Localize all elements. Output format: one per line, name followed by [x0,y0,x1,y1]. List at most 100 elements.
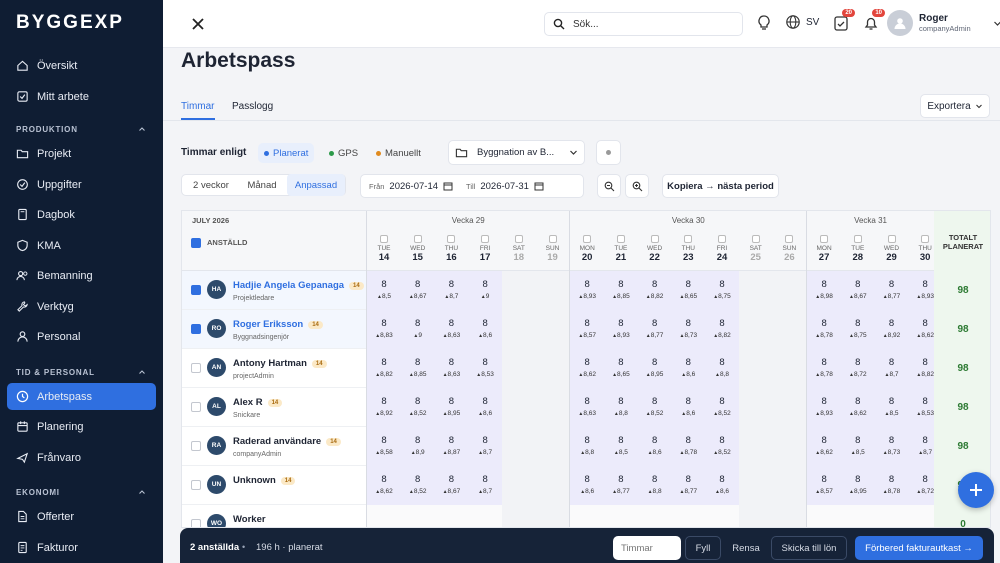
day-cell[interactable]: 8 ▲8,52 [400,466,435,505]
day-cell[interactable]: 8 ▲8,78 [671,427,706,466]
source-manuellt[interactable]: Manuellt [370,143,427,163]
range-anpassad[interactable]: Anpassad [287,174,345,196]
table-row[interactable]: RO Roger Eriksson 14 Byggnadsingenjör 8 ▲8,83… [182,310,990,349]
day-cell[interactable]: 8 ▲8,93 [807,388,842,427]
day-cell[interactable]: 8 ▲8,78 [807,349,842,388]
range-manad[interactable]: Månad [242,174,282,196]
day-cell[interactable] [840,505,875,527]
day-cell[interactable]: 8 ▲8,82 [705,310,739,349]
day-cell[interactable]: 8 ▲8,7 [468,427,503,466]
day-cell[interactable] [738,427,773,466]
day-cell[interactable]: 8 ▲8,6 [637,427,672,466]
day-cell[interactable]: 8 ▲8,57 [807,466,842,505]
prepare-invoice-button[interactable]: Förbered fakturautkast → [855,536,983,560]
row-checkbox[interactable] [191,324,201,334]
day-cell[interactable]: 8 ▲8,85 [400,349,435,388]
close-icon[interactable] [187,13,209,35]
sidebar-item-dagbok[interactable]: Dagbok [7,201,156,228]
day-cell[interactable]: 8 ▲8,67 [400,271,435,310]
tab-passlogg[interactable]: Passlogg [232,101,273,112]
day-cell[interactable] [738,466,773,505]
row-checkbox[interactable] [191,480,201,490]
day-cell[interactable] [570,505,605,527]
sidebar-item-verktyg[interactable]: Verktyg [7,293,156,320]
day-checkbox[interactable] [684,235,693,243]
from-date-input[interactable]: 2026-07-14 [389,181,438,192]
day-cell[interactable]: 8 ▲8,95 [840,466,875,505]
lightbulb-icon[interactable] [755,14,773,32]
day-checkbox[interactable] [447,235,456,243]
day-checkbox[interactable] [548,235,557,243]
day-cell[interactable]: 8 ▲8,6 [705,466,739,505]
day-cell[interactable] [501,505,536,527]
copy-next-period-button[interactable]: Kopiera → nästa period [662,174,779,198]
day-cell[interactable] [535,271,570,310]
day-cell[interactable]: 8 ▲8,95 [637,349,672,388]
day-cell[interactable]: 8 ▲8,5 [603,427,638,466]
day-cell[interactable] [501,427,536,466]
search-input[interactable]: Sök... [544,12,743,36]
day-cell[interactable]: 8 ▲8,7 [434,271,469,310]
row-checkbox[interactable] [191,441,201,451]
select-all-checkbox[interactable] [191,238,201,248]
day-cell[interactable] [367,505,401,527]
day-checkbox[interactable] [853,235,862,243]
day-cell[interactable] [535,505,570,527]
day-cell[interactable]: 8 ▲8,77 [671,466,706,505]
day-cell[interactable]: 8 ▲8,92 [367,388,401,427]
day-cell[interactable] [535,466,570,505]
day-cell[interactable]: 8 ▲8,6 [570,466,605,505]
tasks-button[interactable]: 20 [832,9,855,32]
day-checkbox[interactable] [413,235,422,243]
day-cell[interactable] [738,388,773,427]
day-cell[interactable]: 8 ▲8,6 [468,310,503,349]
day-cell[interactable]: 8 ▲8,72 [840,349,875,388]
notifications-button[interactable]: 10 [862,9,885,32]
day-cell[interactable] [705,505,739,527]
sidebar-item-offerter[interactable]: Offerter [7,503,156,530]
day-cell[interactable]: 8 ▲8,63 [570,388,605,427]
fill-button[interactable]: Fyll [685,536,721,560]
table-row[interactable]: AN Antony Hartman 14 projectAdmin 8 ▲8,82 8 ▲8,… [182,349,990,388]
day-checkbox[interactable] [751,235,760,243]
day-checkbox[interactable] [616,235,625,243]
day-cell[interactable]: 8 ▲8,78 [874,466,909,505]
table-row[interactable]: RA Raderad användare 14 companyAdmin 8 ▲8,58 8… [182,427,990,466]
day-cell[interactable]: 8 ▲9 [468,271,503,310]
to-date-input[interactable]: 2026-07-31 [480,181,529,192]
day-cell[interactable]: 8 ▲8,62 [570,349,605,388]
hours-input[interactable] [613,536,681,560]
day-cell[interactable]: 8 ▲8,52 [705,388,739,427]
day-cell[interactable] [772,505,807,527]
row-checkbox[interactable] [191,285,201,295]
day-checkbox[interactable] [481,235,490,243]
sidebar-item-uppgifter[interactable]: Uppgifter [7,171,156,198]
day-cell[interactable]: 8 ▲8,93 [603,310,638,349]
day-cell[interactable] [501,271,536,310]
day-cell[interactable]: 8 ▲8,92 [874,310,909,349]
sidebar-section-header[interactable]: PRODUKTION [16,125,146,134]
day-cell[interactable]: 8 ▲8,62 [840,388,875,427]
day-cell[interactable] [400,505,435,527]
day-cell[interactable] [501,388,536,427]
table-row[interactable]: WOWorkerworker0 [182,505,990,527]
day-checkbox[interactable] [380,235,388,243]
day-cell[interactable]: 8 ▲8,62 [807,427,842,466]
day-cell[interactable]: 8 ▲8,5 [874,388,909,427]
day-cell[interactable]: 8 ▲8,98 [807,271,842,310]
day-cell[interactable]: 8 ▲8,53 [468,349,503,388]
day-cell[interactable] [772,310,807,349]
day-cell[interactable] [671,505,706,527]
day-cell[interactable] [772,427,807,466]
day-cell[interactable]: 8 ▲8,52 [705,427,739,466]
day-cell[interactable]: 8 ▲8,63 [434,310,469,349]
sidebar-item-planering[interactable]: Planering [7,413,156,440]
sidebar-item-kma[interactable]: KMA [7,232,156,259]
day-cell[interactable] [772,388,807,427]
row-checkbox[interactable] [191,363,201,373]
employee-name[interactable]: Roger Eriksson 14 [233,319,323,330]
sidebar-item-frånvaro[interactable]: Frånvaro [7,444,156,471]
day-cell[interactable]: 8 ▲8,65 [603,349,638,388]
sidebar-item-projekt[interactable]: Projekt [7,140,156,167]
day-cell[interactable]: 8 ▲8,95 [434,388,469,427]
